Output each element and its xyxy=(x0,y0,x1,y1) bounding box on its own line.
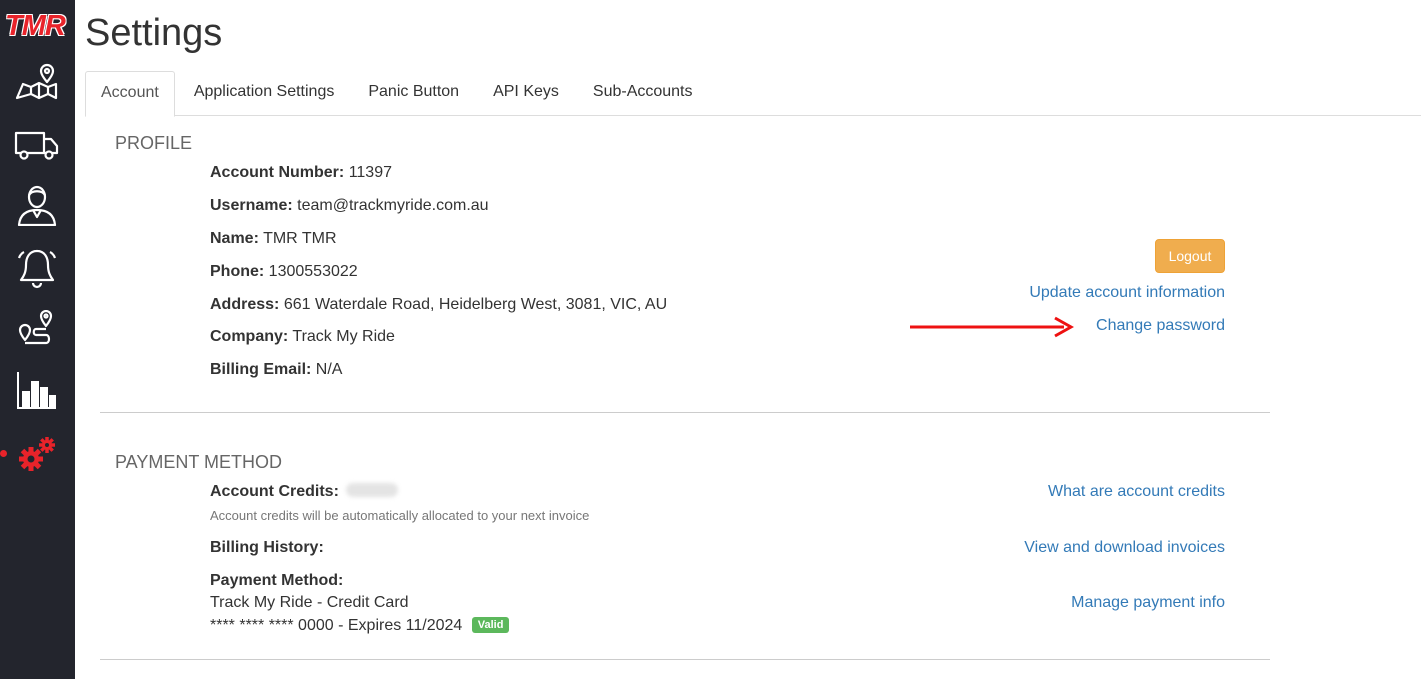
bell-icon[interactable] xyxy=(14,248,60,290)
annotation-arrow xyxy=(910,316,1074,338)
field-value: 11397 xyxy=(348,164,392,181)
tab-panic-button[interactable]: Panic Button xyxy=(353,71,474,116)
account-number-row: Account Number: 11397 xyxy=(210,164,392,182)
payment-method-label-row: Payment Method: xyxy=(210,572,343,590)
field-value: 661 Waterdale Road, Heidelberg West, 308… xyxy=(283,296,668,313)
update-account-link[interactable]: Update account information xyxy=(1029,284,1225,302)
company-row: Company: Track My Ride xyxy=(210,328,395,346)
field-label: Payment Method: xyxy=(210,572,344,589)
field-label: Name: xyxy=(210,230,259,247)
field-label: Billing Email: xyxy=(210,361,312,378)
map-pin-icon[interactable] xyxy=(14,62,60,104)
change-password-link[interactable]: Change password xyxy=(1096,317,1225,335)
card-row: **** **** **** 0000 - Expires 11/2024 Va… xyxy=(210,617,510,635)
tab-account[interactable]: Account xyxy=(85,71,175,117)
name-row: Name: TMR TMR xyxy=(210,230,337,248)
page-title: Settings xyxy=(85,12,223,54)
profile-heading: PROFILE xyxy=(115,133,193,153)
view-invoices-link[interactable]: View and download invoices xyxy=(1024,539,1225,557)
field-label: Billing History: xyxy=(210,539,324,556)
field-label: Address: xyxy=(210,296,280,313)
field-value: TMR TMR xyxy=(263,230,337,247)
tab-sub-accounts[interactable]: Sub-Accounts xyxy=(578,71,708,116)
credits-hint: Account credits will be automatically al… xyxy=(210,508,590,523)
billing-history-row: Billing History: xyxy=(210,539,324,557)
user-icon[interactable] xyxy=(14,184,60,227)
field-value: 1300553022 xyxy=(268,263,358,280)
bar-chart-icon[interactable] xyxy=(14,370,60,412)
field-value: Track My Ride xyxy=(292,328,395,345)
section-divider-bottom xyxy=(100,659,1270,660)
tab-api-keys[interactable]: API Keys xyxy=(478,71,574,116)
account-credits-link[interactable]: What are account credits xyxy=(1048,483,1225,501)
tmr-logo[interactable]: TMR xyxy=(5,10,69,46)
field-label: Username: xyxy=(210,197,293,214)
field-value: team@trackmyride.com.au xyxy=(297,197,489,214)
field-label: Phone: xyxy=(210,263,265,280)
payment-heading: PAYMENT METHOD xyxy=(115,452,283,472)
main-content: Settings Account Application Settings Pa… xyxy=(75,0,1421,679)
logout-button[interactable]: Logout xyxy=(1155,239,1225,273)
username-row: Username: team@trackmyride.com.au xyxy=(210,197,489,215)
active-indicator xyxy=(0,450,7,457)
tab-bar: Account Application Settings Panic Butto… xyxy=(85,71,1421,117)
truck-icon[interactable] xyxy=(14,124,60,166)
field-value: N/A xyxy=(315,361,343,378)
card-number: **** **** **** 0000 - Expires 11/2024 xyxy=(210,617,463,634)
billing-email-row: Billing Email: N/A xyxy=(210,361,342,379)
account-credits-row: Account Credits: xyxy=(210,483,399,501)
tab-application-settings[interactable]: Application Settings xyxy=(179,71,350,116)
field-label: Account Credits: xyxy=(210,483,339,500)
phone-row: Phone: 1300553022 xyxy=(210,263,358,281)
payment-method-name: Track My Ride - Credit Card xyxy=(210,594,409,611)
address-row: Address: 661 Waterdale Road, Heidelberg … xyxy=(210,296,667,314)
redacted-credits-value xyxy=(346,483,399,497)
field-label: Account Number: xyxy=(210,164,345,181)
gears-icon[interactable] xyxy=(14,434,60,476)
manage-payment-link[interactable]: Manage payment info xyxy=(1071,594,1225,612)
field-label: Company: xyxy=(210,328,289,345)
valid-badge: Valid xyxy=(471,617,510,633)
sidebar: TMR xyxy=(0,0,75,679)
route-icon[interactable] xyxy=(14,309,60,352)
section-divider xyxy=(100,412,1270,413)
